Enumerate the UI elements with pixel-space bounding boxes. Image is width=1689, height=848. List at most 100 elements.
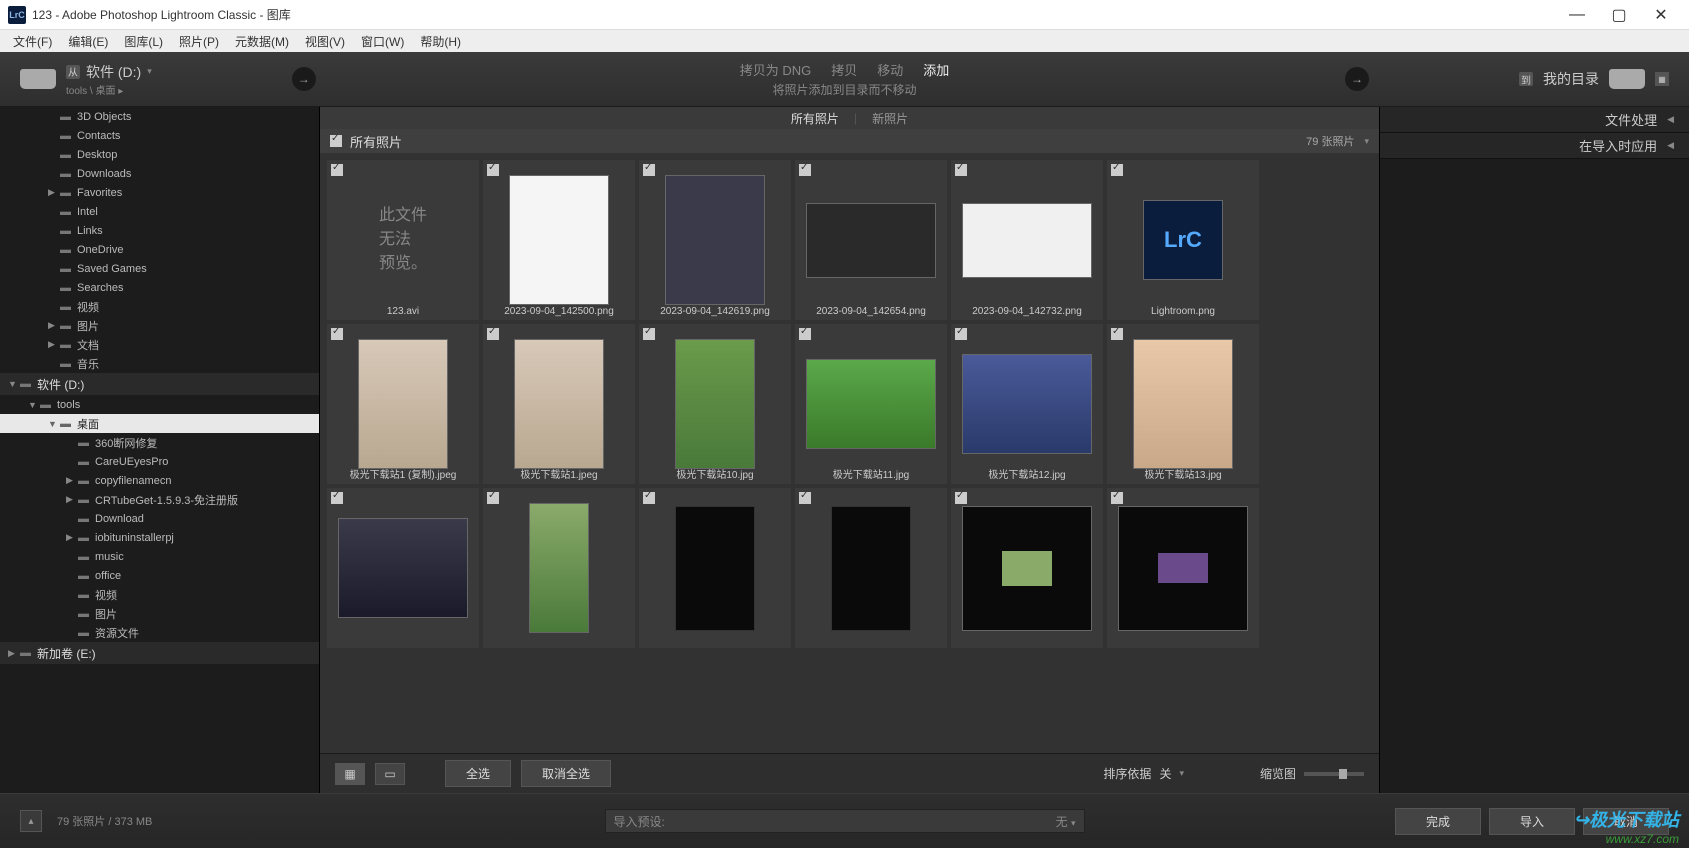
minimize-button[interactable]: —	[1557, 1, 1597, 29]
thumbnail-cell[interactable]: LrCLightroom.png	[1107, 160, 1259, 320]
thumbnail-cell[interactable]	[639, 488, 791, 648]
menu-item[interactable]: 图库(L)	[116, 33, 171, 50]
done-button[interactable]: 完成	[1395, 808, 1481, 835]
folder-row[interactable]: ▬music	[0, 547, 319, 566]
folder-row[interactable]: ▬CareUEyesPro	[0, 452, 319, 471]
grid-view-button[interactable]: ▦	[335, 763, 365, 785]
expand-icon[interactable]: ▾	[1364, 136, 1369, 147]
folder-row[interactable]: ▶▬iobituninstallerpj	[0, 528, 319, 547]
thumbnail-cell[interactable]: 2023-09-04_142654.png	[795, 160, 947, 320]
folder-row[interactable]: ▬OneDrive	[0, 240, 319, 259]
thumbnail-cell[interactable]: 2023-09-04_142732.png	[951, 160, 1103, 320]
folder-row[interactable]: ▬视频	[0, 585, 319, 604]
folder-row[interactable]: ▶▬新加卷 (E:)	[0, 642, 319, 664]
sort-value[interactable]: 关	[1159, 765, 1171, 782]
close-button[interactable]: ✕	[1641, 1, 1681, 29]
dropdown-icon[interactable]: ▾	[1179, 768, 1184, 779]
folder-row[interactable]: ▬360断网修复	[0, 433, 319, 452]
thumbnail-checkbox[interactable]	[487, 492, 499, 504]
folder-row[interactable]: ▬office	[0, 566, 319, 585]
thumbnail-checkbox[interactable]	[955, 492, 967, 504]
thumbnail-cell[interactable]	[951, 488, 1103, 648]
thumbnail-cell[interactable]: 极光下载站10.jpg	[639, 324, 791, 484]
thumbnail-cell[interactable]: 此文件 无法 预览。123.avi	[327, 160, 479, 320]
thumbnail-checkbox[interactable]	[643, 328, 655, 340]
thumbnail-checkbox[interactable]	[1111, 328, 1123, 340]
menu-item[interactable]: 窗口(W)	[353, 33, 412, 50]
folder-row[interactable]: ▼▬软件 (D:)	[0, 373, 319, 395]
folder-row[interactable]: ▶▬CRTubeGet-1.5.9.3-免注册版	[0, 490, 319, 509]
thumbnail-cell[interactable]	[483, 488, 635, 648]
thumbnail-checkbox[interactable]	[799, 164, 811, 176]
dropdown-icon[interactable]: ▾	[147, 66, 152, 77]
thumbnail-checkbox[interactable]	[799, 492, 811, 504]
folder-row[interactable]: ▶▬图片	[0, 316, 319, 335]
deselect-all-button[interactable]: 取消全选	[521, 760, 611, 787]
folder-row[interactable]: ▶▬文档	[0, 335, 319, 354]
folder-row[interactable]: ▼▬桌面	[0, 414, 319, 433]
folder-row[interactable]: ▬视频	[0, 297, 319, 316]
folder-row[interactable]: ▬Download	[0, 509, 319, 528]
import-button[interactable]: 导入	[1489, 808, 1575, 835]
thumbnail-checkbox[interactable]	[643, 492, 655, 504]
arrow-forward-icon[interactable]: →	[1345, 67, 1369, 91]
maximize-button[interactable]: ▢	[1599, 1, 1639, 29]
filter-tab[interactable]: 所有照片	[791, 110, 839, 127]
source-drive-label[interactable]: 软件 (D:)	[86, 62, 141, 82]
thumbnail-checkbox[interactable]	[1111, 164, 1123, 176]
menu-item[interactable]: 帮助(H)	[412, 33, 469, 50]
thumbnail-cell[interactable]: 极光下载站1 (复制).jpeg	[327, 324, 479, 484]
folder-row[interactable]: ▼▬tools	[0, 395, 319, 414]
menu-item[interactable]: 文件(F)	[5, 33, 60, 50]
folder-row[interactable]: ▬Saved Games	[0, 259, 319, 278]
thumbnail-checkbox[interactable]	[331, 328, 343, 340]
copy-mode-option[interactable]: 移动	[877, 60, 903, 79]
menu-item[interactable]: 元数据(M)	[227, 33, 297, 50]
apply-during-import-section[interactable]: 在导入时应用◀	[1380, 133, 1689, 159]
thumbnail-cell[interactable]: 极光下载站11.jpg	[795, 324, 947, 484]
folder-row[interactable]: ▬Desktop	[0, 145, 319, 164]
select-all-checkbox[interactable]	[330, 135, 342, 147]
thumbnail-checkbox[interactable]	[1111, 492, 1123, 504]
thumbnail-size-slider[interactable]	[1304, 772, 1364, 776]
thumbnail-cell[interactable]	[795, 488, 947, 648]
folder-row[interactable]: ▬Contacts	[0, 126, 319, 145]
folder-row[interactable]: ▬Links	[0, 221, 319, 240]
folder-row[interactable]: ▬3D Objects	[0, 107, 319, 126]
destination-label[interactable]: 我的目录	[1543, 69, 1599, 89]
folder-row[interactable]: ▶▬Favorites	[0, 183, 319, 202]
folder-row[interactable]: ▬Searches	[0, 278, 319, 297]
select-all-button[interactable]: 全选	[445, 760, 511, 787]
thumbnail-checkbox[interactable]	[955, 328, 967, 340]
menu-item[interactable]: 编辑(E)	[60, 33, 116, 50]
copy-mode-option[interactable]: 拷贝为 DNG	[740, 60, 812, 79]
arrow-forward-icon[interactable]: →	[292, 67, 316, 91]
menu-item[interactable]: 照片(P)	[171, 33, 227, 50]
thumbnail-cell[interactable]	[1107, 488, 1259, 648]
thumbnail-checkbox[interactable]	[487, 328, 499, 340]
thumbnail-checkbox[interactable]	[799, 328, 811, 340]
grid-icon[interactable]: ▦	[1655, 72, 1669, 86]
expand-panel-icon[interactable]: ▴	[20, 810, 42, 832]
folder-row[interactable]: ▬Intel	[0, 202, 319, 221]
folder-row[interactable]: ▬资源文件	[0, 623, 319, 642]
folder-row[interactable]: ▶▬copyfilenamecn	[0, 471, 319, 490]
loupe-view-button[interactable]: ▭	[375, 763, 405, 785]
thumbnail-checkbox[interactable]	[331, 492, 343, 504]
thumbnail-checkbox[interactable]	[331, 164, 343, 176]
thumbnail-cell[interactable]: 极光下载站12.jpg	[951, 324, 1103, 484]
thumbnail-cell[interactable]: 极光下载站1.jpeg	[483, 324, 635, 484]
folder-row[interactable]: ▬图片	[0, 604, 319, 623]
thumbnail-checkbox[interactable]	[487, 164, 499, 176]
thumbnail-cell[interactable]: 2023-09-04_142619.png	[639, 160, 791, 320]
folder-row[interactable]: ▬音乐	[0, 354, 319, 373]
thumbnail-checkbox[interactable]	[955, 164, 967, 176]
copy-mode-option[interactable]: 拷贝	[831, 60, 857, 79]
thumbnail-cell[interactable]	[327, 488, 479, 648]
menu-item[interactable]: 视图(V)	[297, 33, 353, 50]
thumbnail-cell[interactable]: 极光下载站13.jpg	[1107, 324, 1259, 484]
thumbnail-checkbox[interactable]	[643, 164, 655, 176]
filter-tab[interactable]: 新照片	[872, 110, 908, 127]
thumbnail-cell[interactable]: 2023-09-04_142500.png	[483, 160, 635, 320]
folder-row[interactable]: ▬Downloads	[0, 164, 319, 183]
